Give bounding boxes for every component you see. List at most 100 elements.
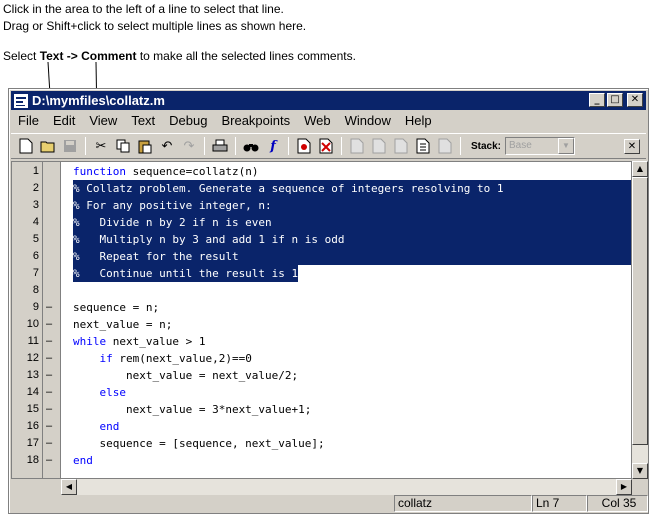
code-line[interactable]: 5 % Multiply n by 3 and add 1 if n is odd bbox=[12, 231, 631, 248]
cut-icon[interactable]: ✂ bbox=[90, 135, 112, 157]
clear-breakpoints-icon[interactable] bbox=[315, 135, 337, 157]
function-icon[interactable]: f bbox=[262, 135, 284, 157]
chevron-down-icon[interactable]: ▼ bbox=[558, 138, 575, 154]
menu-debug[interactable]: Debug bbox=[162, 112, 214, 130]
scroll-thumb[interactable] bbox=[632, 177, 648, 445]
open-file-icon[interactable] bbox=[37, 135, 59, 157]
code-line[interactable]: 12– if rem(next_value,2)==0 bbox=[12, 350, 631, 367]
menu-web[interactable]: Web bbox=[297, 112, 338, 130]
code-line[interactable]: 8 bbox=[12, 282, 631, 299]
line-number[interactable]: 10 bbox=[12, 316, 39, 333]
code-line[interactable]: 14– else bbox=[12, 384, 631, 401]
save-icon[interactable] bbox=[59, 135, 81, 157]
code-line[interactable]: 2 % Collatz problem. Generate a sequence … bbox=[12, 180, 631, 197]
code-text[interactable]: sequence = n; bbox=[73, 299, 159, 316]
vertical-scrollbar[interactable]: ▲ ▼ bbox=[632, 161, 648, 479]
line-number[interactable]: 9 bbox=[12, 299, 39, 316]
code-text[interactable]: end bbox=[73, 452, 93, 469]
undo-icon[interactable]: ↶ bbox=[156, 135, 178, 157]
code-line[interactable]: 6 % Repeat for the result bbox=[12, 248, 631, 265]
line-number[interactable]: 17 bbox=[12, 435, 39, 452]
code-line[interactable]: 10– next_value = n; bbox=[12, 316, 631, 333]
code-line[interactable]: 11– while next_value > 1 bbox=[12, 333, 631, 350]
step-icon[interactable] bbox=[346, 135, 368, 157]
line-number[interactable]: 18 bbox=[12, 452, 39, 469]
line-number[interactable]: 13 bbox=[12, 367, 39, 384]
line-number[interactable]: 2 bbox=[12, 180, 39, 197]
code-text[interactable]: % Multiply n by 3 and add 1 if n is odd bbox=[73, 231, 631, 248]
code-text[interactable]: function sequence=collatz(n) bbox=[73, 163, 258, 180]
menu-view[interactable]: View bbox=[82, 112, 124, 130]
new-file-icon[interactable] bbox=[15, 135, 37, 157]
code-editor[interactable]: 1 function sequence=collatz(n) 2 % Collatz … bbox=[11, 161, 632, 479]
line-number[interactable]: 6 bbox=[12, 248, 39, 265]
redo-icon[interactable]: ↷ bbox=[178, 135, 200, 157]
code-text[interactable]: % Repeat for the result bbox=[73, 248, 631, 265]
step-in-icon[interactable] bbox=[368, 135, 390, 157]
breakpoint-marker[interactable]: – bbox=[46, 401, 52, 418]
line-number[interactable]: 15 bbox=[12, 401, 39, 418]
scroll-right-icon[interactable]: ▶ bbox=[616, 479, 632, 495]
code-text[interactable]: next_value = 3*next_value+1; bbox=[73, 401, 311, 418]
line-number[interactable]: 1 bbox=[12, 163, 39, 180]
code-line[interactable]: 13– next_value = next_value/2; bbox=[12, 367, 631, 384]
exit-debug-icon[interactable] bbox=[434, 135, 456, 157]
menu-file[interactable]: File bbox=[11, 112, 46, 130]
print-icon[interactable] bbox=[209, 135, 231, 157]
code-line[interactable]: 18– end bbox=[12, 452, 631, 469]
code-line[interactable]: 3 % For any positive integer, n: bbox=[12, 197, 631, 214]
code-text[interactable]: end bbox=[73, 418, 120, 435]
breakpoint-marker[interactable]: – bbox=[46, 333, 52, 350]
breakpoint-marker[interactable]: – bbox=[46, 367, 52, 384]
menu-help[interactable]: Help bbox=[398, 112, 439, 130]
find-icon[interactable] bbox=[240, 135, 262, 157]
line-number[interactable]: 5 bbox=[12, 231, 39, 248]
maximize-button[interactable]: □ bbox=[607, 93, 623, 107]
continue-icon[interactable] bbox=[412, 135, 434, 157]
code-text[interactable]: % For any positive integer, n: bbox=[73, 197, 631, 214]
code-text[interactable]: if rem(next_value,2)==0 bbox=[73, 350, 252, 367]
set-breakpoint-icon[interactable] bbox=[293, 135, 315, 157]
line-number[interactable]: 14 bbox=[12, 384, 39, 401]
scroll-left-icon[interactable]: ◀ bbox=[61, 479, 77, 495]
code-line[interactable]: 4 % Divide n by 2 if n is even bbox=[12, 214, 631, 231]
breakpoint-marker[interactable]: – bbox=[46, 418, 52, 435]
title-bar[interactable]: D:\mymfiles\collatz.m _ □ ✕ bbox=[11, 91, 646, 110]
breakpoint-marker[interactable]: – bbox=[46, 299, 52, 316]
line-number[interactable]: 7 bbox=[12, 265, 39, 282]
line-number[interactable]: 16 bbox=[12, 418, 39, 435]
menu-edit[interactable]: Edit bbox=[46, 112, 82, 130]
close-button[interactable]: ✕ bbox=[627, 93, 643, 107]
code-text[interactable]: while next_value > 1 bbox=[73, 333, 205, 350]
breakpoint-marker[interactable]: – bbox=[46, 350, 52, 367]
step-out-icon[interactable] bbox=[390, 135, 412, 157]
code-line[interactable]: 17– sequence = [sequence, next_value]; bbox=[12, 435, 631, 452]
breakpoint-marker[interactable]: – bbox=[46, 452, 52, 469]
menu-window[interactable]: Window bbox=[338, 112, 398, 130]
code-text[interactable]: sequence = [sequence, next_value]; bbox=[73, 435, 324, 452]
line-number[interactable]: 11 bbox=[12, 333, 39, 350]
code-line[interactable]: 16– end bbox=[12, 418, 631, 435]
breakpoint-marker[interactable]: – bbox=[46, 316, 52, 333]
line-number[interactable]: 3 bbox=[12, 197, 39, 214]
code-line[interactable]: 15– next_value = 3*next_value+1; bbox=[12, 401, 631, 418]
code-text[interactable]: % Continue until the result is 1 bbox=[73, 265, 299, 282]
menu-text[interactable]: Text bbox=[124, 112, 162, 130]
minimize-button[interactable]: _ bbox=[589, 93, 605, 107]
breakpoint-marker[interactable]: – bbox=[46, 384, 52, 401]
code-line[interactable]: 9– sequence = n; bbox=[12, 299, 631, 316]
close-document-button[interactable]: ✕ bbox=[624, 139, 640, 154]
code-text[interactable]: else bbox=[73, 384, 127, 401]
stack-select[interactable]: Base ▼ bbox=[505, 137, 576, 155]
code-line[interactable]: 1 function sequence=collatz(n) bbox=[12, 163, 631, 180]
code-text[interactable]: % Collatz problem. Generate a sequence o… bbox=[73, 180, 631, 197]
line-number[interactable]: 8 bbox=[12, 282, 39, 299]
paste-icon[interactable] bbox=[134, 135, 156, 157]
line-number[interactable]: 12 bbox=[12, 350, 39, 367]
code-text[interactable]: % Divide n by 2 if n is even bbox=[73, 214, 631, 231]
code-line[interactable]: 7 % Continue until the result is 1 bbox=[12, 265, 631, 282]
menu-breakpoints[interactable]: Breakpoints bbox=[214, 112, 297, 130]
code-text[interactable]: next_value = next_value/2; bbox=[73, 367, 298, 384]
horizontal-scrollbar[interactable]: ◀ ▶ bbox=[61, 479, 632, 495]
scroll-up-icon[interactable]: ▲ bbox=[632, 161, 648, 177]
